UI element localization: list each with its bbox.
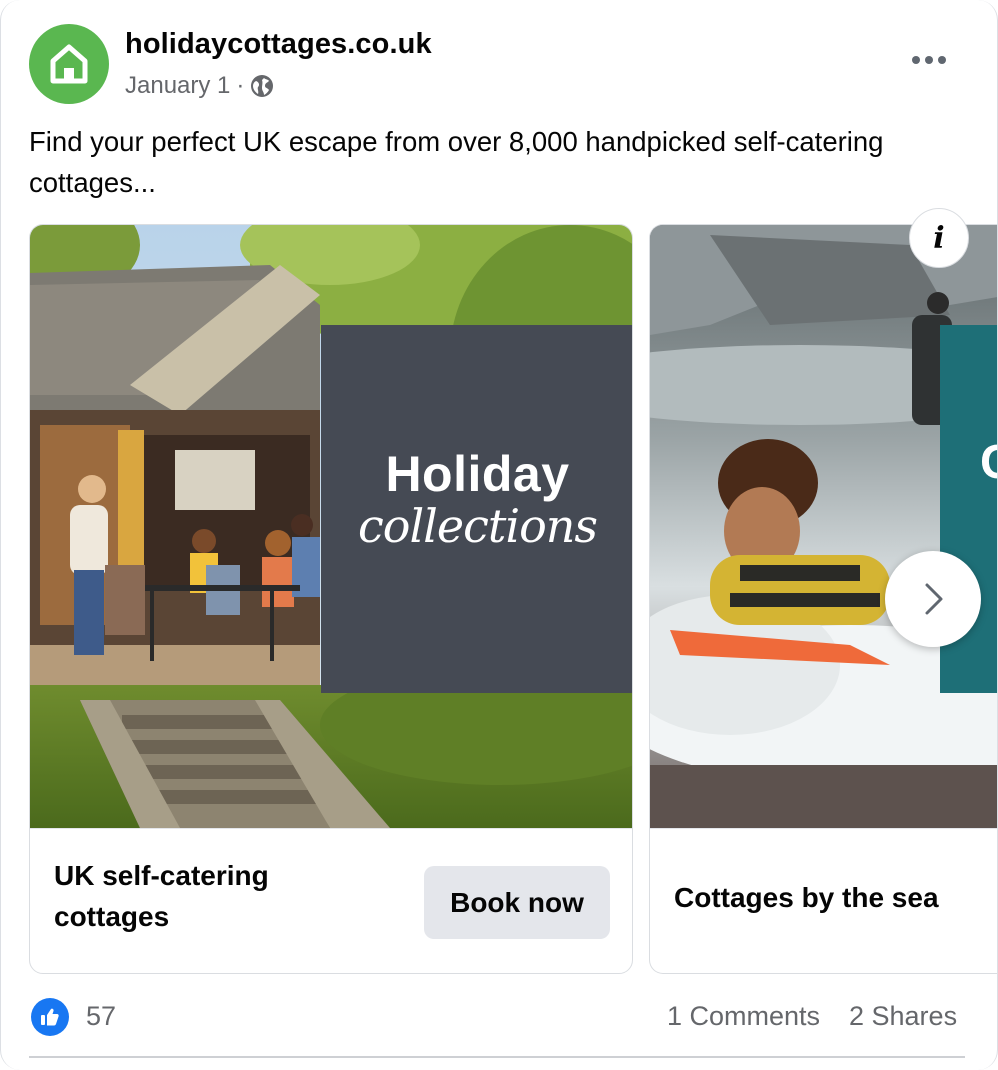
more-dots-icon	[912, 56, 920, 64]
ad-carousel: Holiday collections UK self-catering cot…	[29, 224, 997, 974]
card-title[interactable]: Cottages by the sea	[674, 877, 997, 918]
shares-count-link[interactable]: 2 Shares	[849, 1001, 957, 1032]
card-title[interactable]: UK self-catering cottages	[54, 855, 354, 937]
post-date[interactable]: January 1	[125, 72, 230, 100]
post-card: holidaycottages.co.uk January 1 · Find y…	[0, 0, 998, 1070]
meta-separator: ·	[236, 72, 245, 99]
post-text: Find your perfect UK escape from over 8,…	[29, 126, 884, 198]
page-name-link[interactable]: holidaycottages.co.uk	[125, 28, 432, 61]
post-meta: January 1 ·	[125, 70, 274, 102]
card-footer-1: UK self-catering cottages Book now	[30, 828, 632, 973]
comments-count-link[interactable]: 1 Comments	[667, 1001, 820, 1032]
carousel-next-button[interactable]	[885, 551, 981, 647]
teal-panel-art: C	[980, 435, 997, 490]
more-options-button[interactable]	[905, 44, 953, 76]
like-count[interactable]: 57	[86, 1001, 116, 1032]
more-dot	[938, 56, 946, 64]
overlay-subtitle: collections	[358, 499, 598, 553]
holiday-collections-panel: Holiday collections	[321, 325, 632, 693]
overlay-title: Holiday	[385, 446, 570, 502]
house-logo-icon	[50, 44, 88, 84]
book-now-button[interactable]: Book now	[424, 866, 610, 939]
chevron-right-icon	[925, 583, 943, 615]
thumbs-up-icon[interactable]	[31, 998, 69, 1036]
more-dot	[925, 56, 933, 64]
carousel-card-1[interactable]: Holiday collections UK self-catering cot…	[29, 224, 633, 974]
cottage-photo[interactable]: Holiday collections	[30, 225, 632, 828]
seaside-photo[interactable]: C	[650, 225, 997, 828]
globe-icon[interactable]	[250, 74, 274, 98]
reactions-divider	[29, 1056, 965, 1058]
info-icon[interactable]: i	[909, 208, 969, 268]
page-avatar[interactable]	[29, 24, 109, 104]
card-footer-2: Cottages by the sea	[650, 828, 997, 973]
